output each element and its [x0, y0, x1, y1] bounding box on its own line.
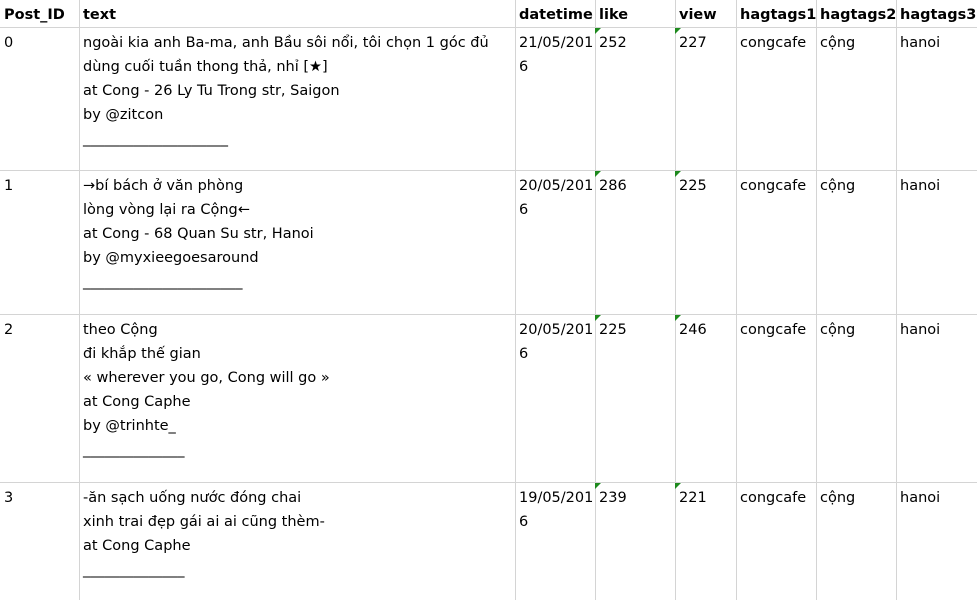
- cell-hagtags2[interactable]: cộng: [816, 171, 896, 314]
- column-header-text[interactable]: text: [79, 0, 515, 27]
- cell-hagtags3[interactable]: hanoi: [896, 171, 977, 314]
- separator-rule: ______________________: [83, 274, 243, 290]
- cell-hagtags1[interactable]: congcafe: [736, 315, 816, 482]
- separator-rule: ____________________: [83, 131, 228, 147]
- cell-post-id[interactable]: 2: [0, 315, 79, 482]
- column-header-view[interactable]: view: [675, 0, 736, 27]
- text-line: « wherever you go, Cong will go »: [83, 370, 330, 386]
- text-line: by @myxieegoesaround: [83, 250, 259, 266]
- cell-view[interactable]: 225: [675, 171, 736, 314]
- view-value: 225: [679, 178, 707, 194]
- text-line: đi khắp thế gian: [83, 346, 201, 362]
- error-flag-icon: [675, 315, 681, 321]
- cell-datetime[interactable]: 20/05/2016: [515, 171, 595, 314]
- text-line: ngoài kia anh Ba-ma, anh Bầu sôi nổi, tô…: [83, 35, 489, 51]
- cell-datetime[interactable]: 19/05/2016: [515, 483, 595, 600]
- header-row: Post_ID text datetime like view hagtags1…: [0, 0, 977, 28]
- column-header-datetime[interactable]: datetime: [515, 0, 595, 27]
- text-line: →bí bách ở văn phòng: [83, 178, 244, 194]
- cell-like[interactable]: 239: [595, 483, 675, 600]
- like-value: 225: [599, 322, 627, 338]
- text-line: at Cong - 68 Quan Su str, Hanoi: [83, 226, 314, 242]
- cell-text[interactable]: →bí bách ở văn phòng lòng vòng lại ra Cộ…: [79, 171, 515, 314]
- error-flag-icon: [595, 315, 601, 321]
- text-line: by @zitcon: [83, 107, 164, 123]
- text-line: by @trinhte_: [83, 418, 176, 434]
- text-line: xinh trai đẹp gái ai ai cũng thèm-: [83, 514, 325, 530]
- table-row: 1 →bí bách ở văn phòng lòng vòng lại ra …: [0, 171, 977, 314]
- error-flag-icon: [595, 483, 601, 489]
- text-line: at Cong Caphe: [83, 538, 191, 554]
- text-line: at Cong - 26 Ly Tu Trong str, Saigon: [83, 83, 340, 99]
- cell-view[interactable]: 221: [675, 483, 736, 600]
- cell-hagtags3[interactable]: hanoi: [896, 28, 977, 170]
- column-header-hagtags2[interactable]: hagtags2: [816, 0, 896, 27]
- cell-post-id[interactable]: 0: [0, 28, 79, 170]
- column-header-hagtags1[interactable]: hagtags1: [736, 0, 816, 27]
- spreadsheet-grid: Post_ID text datetime like view hagtags1…: [0, 0, 977, 600]
- error-flag-icon: [675, 28, 681, 34]
- cell-hagtags2[interactable]: cộng: [816, 28, 896, 170]
- cell-text[interactable]: -ăn sạch uống nước đóng chai xinh trai đ…: [79, 483, 515, 600]
- cell-datetime[interactable]: 21/05/2016: [515, 28, 595, 170]
- like-value: 286: [599, 178, 627, 194]
- error-flag-icon: [595, 28, 601, 34]
- text-line: at Cong Caphe: [83, 394, 191, 410]
- error-flag-icon: [675, 171, 681, 177]
- view-value: 221: [679, 490, 707, 506]
- view-value: 227: [679, 35, 707, 51]
- cell-hagtags3[interactable]: hanoi: [896, 483, 977, 600]
- error-flag-icon: [675, 483, 681, 489]
- separator-rule: ______________: [83, 562, 185, 578]
- column-header-like[interactable]: like: [595, 0, 675, 27]
- like-value: 239: [599, 490, 627, 506]
- like-value: 252: [599, 35, 627, 51]
- text-line: -ăn sạch uống nước đóng chai: [83, 490, 302, 506]
- column-header-post-id[interactable]: Post_ID: [0, 0, 79, 27]
- text-line: dùng cuối tuần thong thả, nhỉ [★]: [83, 59, 328, 75]
- table-row: 2 theo Cộng đi khắp thế gian « wherever …: [0, 315, 977, 482]
- cell-like[interactable]: 252: [595, 28, 675, 170]
- cell-datetime[interactable]: 20/05/2016: [515, 315, 595, 482]
- cell-post-id[interactable]: 1: [0, 171, 79, 314]
- text-line: lòng vòng lại ra Cộng←: [83, 202, 250, 218]
- cell-hagtags1[interactable]: congcafe: [736, 28, 816, 170]
- table-row: 0 ngoài kia anh Ba-ma, anh Bầu sôi nổi, …: [0, 28, 977, 170]
- cell-view[interactable]: 246: [675, 315, 736, 482]
- column-header-hagtags3[interactable]: hagtags3: [896, 0, 977, 27]
- cell-hagtags3[interactable]: hanoi: [896, 315, 977, 482]
- cell-hagtags1[interactable]: congcafe: [736, 483, 816, 600]
- cell-like[interactable]: 286: [595, 171, 675, 314]
- cell-text[interactable]: ngoài kia anh Ba-ma, anh Bầu sôi nổi, tô…: [79, 28, 515, 170]
- cell-hagtags1[interactable]: congcafe: [736, 171, 816, 314]
- error-flag-icon: [595, 171, 601, 177]
- cell-text[interactable]: theo Cộng đi khắp thế gian « wherever yo…: [79, 315, 515, 482]
- separator-rule: ______________: [83, 442, 185, 458]
- cell-post-id[interactable]: 3: [0, 483, 79, 600]
- cell-hagtags2[interactable]: cộng: [816, 315, 896, 482]
- view-value: 246: [679, 322, 707, 338]
- cell-hagtags2[interactable]: cộng: [816, 483, 896, 600]
- cell-like[interactable]: 225: [595, 315, 675, 482]
- cell-view[interactable]: 227: [675, 28, 736, 170]
- text-line: theo Cộng: [83, 322, 158, 338]
- table-row: 3 -ăn sạch uống nước đóng chai xinh trai…: [0, 483, 977, 600]
